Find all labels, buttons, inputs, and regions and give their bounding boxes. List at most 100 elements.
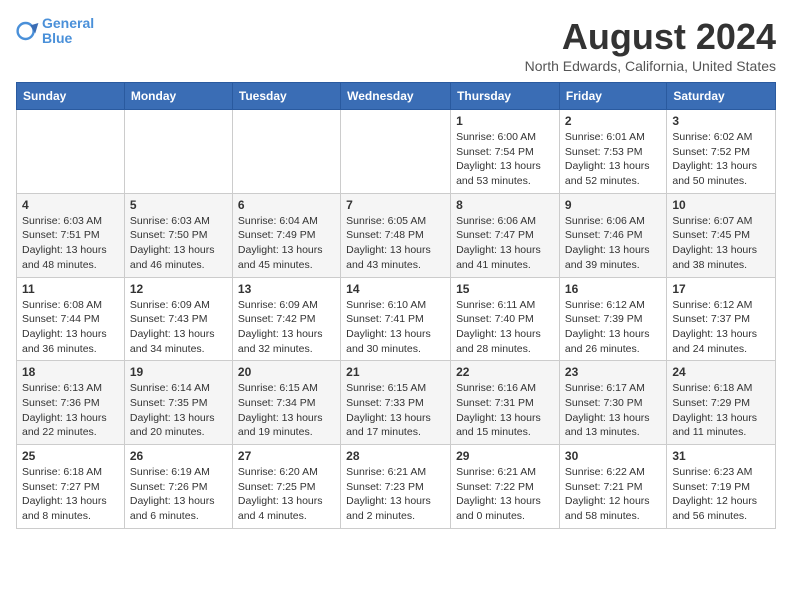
day-info: Sunrise: 6:03 AM Sunset: 7:50 PM Dayligh…: [130, 214, 227, 273]
calendar-cell: 25Sunrise: 6:18 AM Sunset: 7:27 PM Dayli…: [17, 445, 125, 529]
day-number: 16: [565, 282, 661, 296]
calendar-cell: 7Sunrise: 6:05 AM Sunset: 7:48 PM Daylig…: [341, 193, 451, 277]
day-number: 5: [130, 198, 227, 212]
day-info: Sunrise: 6:19 AM Sunset: 7:26 PM Dayligh…: [130, 465, 227, 524]
calendar-header-sunday: Sunday: [17, 83, 125, 110]
day-number: 28: [346, 449, 445, 463]
calendar-cell: 31 Sunrise: 6:23 AM Sunset: 7:19 PM Dayli…: [667, 445, 776, 529]
day-info: Sunrise: 6:03 AM Sunset: 7:51 PM Dayligh…: [22, 214, 119, 273]
day-number: 22: [456, 365, 554, 379]
day-number: 4: [22, 198, 119, 212]
calendar-cell: 24 Sunrise: 6:18 AM Sunset: 7:29 PM Dayli…: [667, 361, 776, 445]
day-number: 18: [22, 365, 119, 379]
day-info: Sunrise: 6:10 AM Sunset: 7:41 PM Dayligh…: [346, 298, 445, 357]
day-info: Sunrise: 6:13 AM Sunset: 7:36 PM Dayligh…: [22, 381, 119, 440]
day-number: 2: [565, 114, 661, 128]
day-info: Sunrise: 6:15 AM Sunset: 7:33 PM Dayligh…: [346, 381, 445, 440]
calendar-cell: 28 Sunrise: 6:21 AM Sunset: 7:23 PM Dayli…: [341, 445, 451, 529]
day-info: Sunrise: 6:09 AM Sunset: 7:43 PM Dayligh…: [130, 298, 227, 357]
calendar-cell: 18 Sunrise: 6:13 AM Sunset: 7:36 PM Dayli…: [17, 361, 125, 445]
day-info: Sunrise: 6:23 AM Sunset: 7:19 PM Dayligh…: [672, 465, 770, 524]
calendar-header-row: SundayMondayTuesdayWednesdayThursdayFrid…: [17, 83, 776, 110]
day-number: 9: [565, 198, 661, 212]
day-number: 25: [22, 449, 119, 463]
day-number: 1: [456, 114, 554, 128]
calendar-header-thursday: Thursday: [451, 83, 560, 110]
day-info: Sunrise: 6:12 AM Sunset: 7:37 PM Dayligh…: [672, 298, 770, 357]
day-number: 26: [130, 449, 227, 463]
day-info: Sunrise: 6:12 AM Sunset: 7:39 PM Dayligh…: [565, 298, 661, 357]
day-number: 7: [346, 198, 445, 212]
calendar-cell: [124, 110, 232, 194]
day-info: Sunrise: 6:08 AM Sunset: 7:44 PM Dayligh…: [22, 298, 119, 357]
day-number: 24: [672, 365, 770, 379]
calendar-week-row: 25Sunrise: 6:18 AM Sunset: 7:27 PM Dayli…: [17, 445, 776, 529]
day-number: 23: [565, 365, 661, 379]
calendar-week-row: 1Sunrise: 6:00 AM Sunset: 7:54 PM Daylig…: [17, 110, 776, 194]
day-info: Sunrise: 6:21 AM Sunset: 7:22 PM Dayligh…: [456, 465, 554, 524]
day-info: Sunrise: 6:01 AM Sunset: 7:53 PM Dayligh…: [565, 130, 661, 189]
day-info: Sunrise: 6:20 AM Sunset: 7:25 PM Dayligh…: [238, 465, 335, 524]
day-number: 8: [456, 198, 554, 212]
day-info: Sunrise: 6:14 AM Sunset: 7:35 PM Dayligh…: [130, 381, 227, 440]
day-number: 20: [238, 365, 335, 379]
calendar-week-row: 18 Sunrise: 6:13 AM Sunset: 7:36 PM Dayli…: [17, 361, 776, 445]
calendar-cell: 6 Sunrise: 6:04 AM Sunset: 7:49 PM Daylig…: [232, 193, 340, 277]
calendar-cell: 5 Sunrise: 6:03 AM Sunset: 7:50 PM Daylig…: [124, 193, 232, 277]
calendar-cell: 29 Sunrise: 6:21 AM Sunset: 7:22 PM Dayli…: [451, 445, 560, 529]
day-number: 15: [456, 282, 554, 296]
calendar-cell: 20 Sunrise: 6:15 AM Sunset: 7:34 PM Dayli…: [232, 361, 340, 445]
calendar-header-tuesday: Tuesday: [232, 83, 340, 110]
calendar-cell: 8 Sunrise: 6:06 AM Sunset: 7:47 PM Daylig…: [451, 193, 560, 277]
logo: General Blue: [16, 16, 94, 47]
day-info: Sunrise: 6:15 AM Sunset: 7:34 PM Dayligh…: [238, 381, 335, 440]
day-info: Sunrise: 6:06 AM Sunset: 7:47 PM Dayligh…: [456, 214, 554, 273]
calendar-cell: 27Sunrise: 6:20 AM Sunset: 7:25 PM Dayli…: [232, 445, 340, 529]
day-number: 13: [238, 282, 335, 296]
calendar-cell: 23 Sunrise: 6:17 AM Sunset: 7:30 PM Dayli…: [559, 361, 666, 445]
day-info: Sunrise: 6:09 AM Sunset: 7:42 PM Dayligh…: [238, 298, 335, 357]
calendar-cell: 30Sunrise: 6:22 AM Sunset: 7:21 PM Dayli…: [559, 445, 666, 529]
calendar-header-monday: Monday: [124, 83, 232, 110]
logo-text2: Blue: [42, 31, 94, 46]
day-number: 14: [346, 282, 445, 296]
day-number: 17: [672, 282, 770, 296]
day-info: Sunrise: 6:17 AM Sunset: 7:30 PM Dayligh…: [565, 381, 661, 440]
calendar-cell: [232, 110, 340, 194]
calendar-cell: 26 Sunrise: 6:19 AM Sunset: 7:26 PM Dayli…: [124, 445, 232, 529]
day-number: 31: [672, 449, 770, 463]
calendar-cell: 3Sunrise: 6:02 AM Sunset: 7:52 PM Daylig…: [667, 110, 776, 194]
day-number: 30: [565, 449, 661, 463]
location: North Edwards, California, United States: [525, 58, 776, 74]
day-info: Sunrise: 6:04 AM Sunset: 7:49 PM Dayligh…: [238, 214, 335, 273]
calendar-cell: 2 Sunrise: 6:01 AM Sunset: 7:53 PM Daylig…: [559, 110, 666, 194]
calendar-cell: 16 Sunrise: 6:12 AM Sunset: 7:39 PM Dayli…: [559, 277, 666, 361]
day-number: 6: [238, 198, 335, 212]
logo-icon: [16, 19, 40, 43]
calendar-cell: 12Sunrise: 6:09 AM Sunset: 7:43 PM Dayli…: [124, 277, 232, 361]
calendar-cell: 14 Sunrise: 6:10 AM Sunset: 7:41 PM Dayli…: [341, 277, 451, 361]
day-info: Sunrise: 6:21 AM Sunset: 7:23 PM Dayligh…: [346, 465, 445, 524]
calendar-header-saturday: Saturday: [667, 83, 776, 110]
calendar-cell: 11 Sunrise: 6:08 AM Sunset: 7:44 PM Dayli…: [17, 277, 125, 361]
day-info: Sunrise: 6:16 AM Sunset: 7:31 PM Dayligh…: [456, 381, 554, 440]
month-year: August 2024: [525, 16, 776, 58]
calendar-week-row: 4 Sunrise: 6:03 AM Sunset: 7:51 PM Daylig…: [17, 193, 776, 277]
calendar-cell: 19Sunrise: 6:14 AM Sunset: 7:35 PM Dayli…: [124, 361, 232, 445]
day-info: Sunrise: 6:06 AM Sunset: 7:46 PM Dayligh…: [565, 214, 661, 273]
day-number: 11: [22, 282, 119, 296]
calendar-header-friday: Friday: [559, 83, 666, 110]
calendar-cell: [17, 110, 125, 194]
calendar-cell: 9 Sunrise: 6:06 AM Sunset: 7:46 PM Daylig…: [559, 193, 666, 277]
day-info: Sunrise: 6:18 AM Sunset: 7:29 PM Dayligh…: [672, 381, 770, 440]
day-number: 29: [456, 449, 554, 463]
day-number: 21: [346, 365, 445, 379]
title-area: August 2024 North Edwards, California, U…: [525, 16, 776, 74]
logo-text: General: [42, 16, 94, 31]
day-info: Sunrise: 6:02 AM Sunset: 7:52 PM Dayligh…: [672, 130, 770, 189]
calendar-week-row: 11 Sunrise: 6:08 AM Sunset: 7:44 PM Dayli…: [17, 277, 776, 361]
calendar-cell: 17 Sunrise: 6:12 AM Sunset: 7:37 PM Dayli…: [667, 277, 776, 361]
calendar-cell: 4 Sunrise: 6:03 AM Sunset: 7:51 PM Daylig…: [17, 193, 125, 277]
calendar-cell: 15Sunrise: 6:11 AM Sunset: 7:40 PM Dayli…: [451, 277, 560, 361]
calendar-cell: [341, 110, 451, 194]
